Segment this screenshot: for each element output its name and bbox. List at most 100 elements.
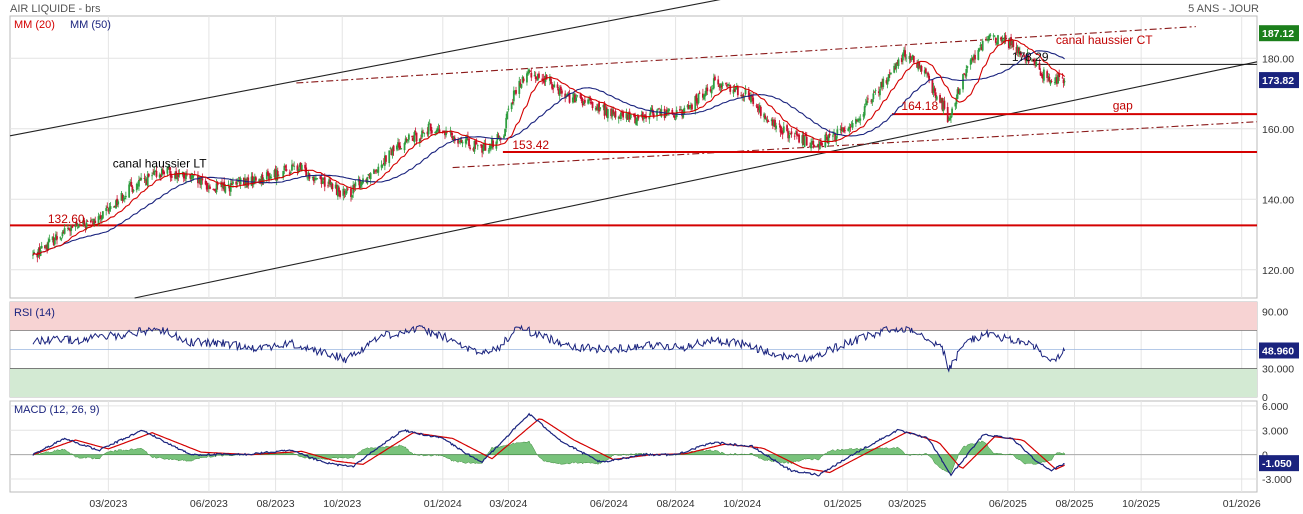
candle-body (759, 106, 762, 116)
macd-label: MACD (12, 26, 9) (14, 404, 100, 416)
candle-body (871, 99, 874, 103)
candle-body (101, 211, 104, 219)
candle-body (568, 93, 571, 103)
candle-body (865, 100, 868, 106)
x-tick-label: 10/2023 (323, 498, 361, 510)
candle-body (422, 132, 425, 134)
candle-body (994, 37, 997, 43)
x-tick-label: 01/2025 (824, 498, 862, 510)
candle-body (680, 109, 682, 110)
candle-body (724, 82, 727, 84)
candle-body (487, 150, 490, 152)
candle-body (872, 93, 875, 100)
candle-body (691, 104, 693, 110)
candle-body (832, 135, 834, 137)
candle-body (522, 78, 525, 82)
candle-body (576, 95, 579, 97)
candle-body (255, 177, 257, 181)
candle-body (849, 126, 852, 128)
candle-body (339, 190, 341, 197)
candle-body (948, 117, 951, 120)
x-tick-label: 03/2025 (888, 498, 926, 510)
candle-body (939, 95, 941, 103)
candle-body (420, 137, 422, 139)
candle-body (882, 78, 885, 88)
candle-body (327, 185, 329, 187)
chart-annotation: gap (1113, 98, 1133, 112)
candle-body (827, 135, 830, 144)
macd-tick-label: -3.000 (1262, 474, 1292, 486)
candle-body (48, 239, 51, 242)
candle-body (375, 169, 378, 171)
candle-body (905, 57, 908, 59)
candle-body (128, 184, 131, 198)
candle-body (552, 88, 555, 90)
candle-body (408, 134, 410, 140)
candle-body (788, 135, 791, 139)
candle-body (106, 206, 109, 208)
candle-body (786, 125, 788, 132)
candle-body (993, 35, 996, 37)
candle-body (851, 122, 854, 128)
candle-body (147, 173, 150, 177)
candle-body (289, 172, 292, 174)
candle-body (224, 186, 227, 193)
macd-last-badge-text: -1.050 (1262, 458, 1292, 470)
price-level-label: 178.29 (1012, 50, 1049, 64)
candle-body (374, 170, 376, 172)
chart-annotation: canal haussier LT (113, 157, 207, 171)
candle-body (873, 91, 876, 93)
candle-body (969, 59, 972, 65)
candle-body (889, 72, 892, 75)
candle-body (40, 245, 43, 249)
legend-ma20: MM (20) (14, 19, 55, 31)
x-tick-label: 08/2024 (657, 498, 695, 510)
candle-body (987, 40, 990, 42)
candle-body (392, 145, 395, 152)
candle-body (475, 142, 478, 144)
candle-body (950, 115, 952, 119)
candle-body (209, 186, 211, 189)
candle-body (828, 133, 831, 136)
y-tick-label: 120.00 (1262, 265, 1294, 277)
candle-body (755, 105, 758, 107)
candle-body (698, 92, 701, 94)
candle-body (965, 69, 968, 77)
chart-period[interactable]: 5 ANS - JOUR (1188, 3, 1259, 15)
candle-body (977, 50, 980, 60)
panel-frame (9, 400, 1258, 493)
candle-body (710, 90, 713, 94)
candle-body (123, 197, 126, 199)
x-tick-label: 03/2024 (489, 498, 527, 510)
candle-body (201, 178, 204, 181)
candle-body (130, 181, 133, 187)
candle-body (515, 90, 517, 94)
candle-body (530, 72, 533, 78)
price-high-badge-text: 187.12 (1262, 28, 1294, 40)
candle-body (345, 190, 348, 194)
candle-body (981, 40, 984, 51)
x-tick-label: 06/2025 (989, 498, 1027, 510)
candle-body (893, 65, 896, 73)
candle-body (227, 184, 230, 186)
candle-body (155, 170, 158, 177)
candle-body (415, 132, 418, 142)
y-tick-label: 140.00 (1262, 194, 1294, 206)
candle-body (821, 142, 823, 146)
candle-body (974, 54, 976, 60)
candle-body (813, 145, 816, 147)
candle-body (316, 178, 319, 180)
candle-body (121, 194, 124, 201)
candle-body (105, 208, 108, 211)
candle-body (879, 89, 881, 96)
price-level-label: 132.60 (48, 212, 85, 226)
candle-body (729, 84, 732, 92)
candle-body (744, 89, 747, 95)
candle-body (752, 97, 755, 104)
candle-body (510, 102, 513, 110)
candle-body (468, 138, 470, 147)
candle-body (89, 220, 92, 223)
candle-body (504, 128, 506, 137)
macd-tick-label: 3.000 (1262, 425, 1288, 437)
candle-body (958, 88, 961, 95)
